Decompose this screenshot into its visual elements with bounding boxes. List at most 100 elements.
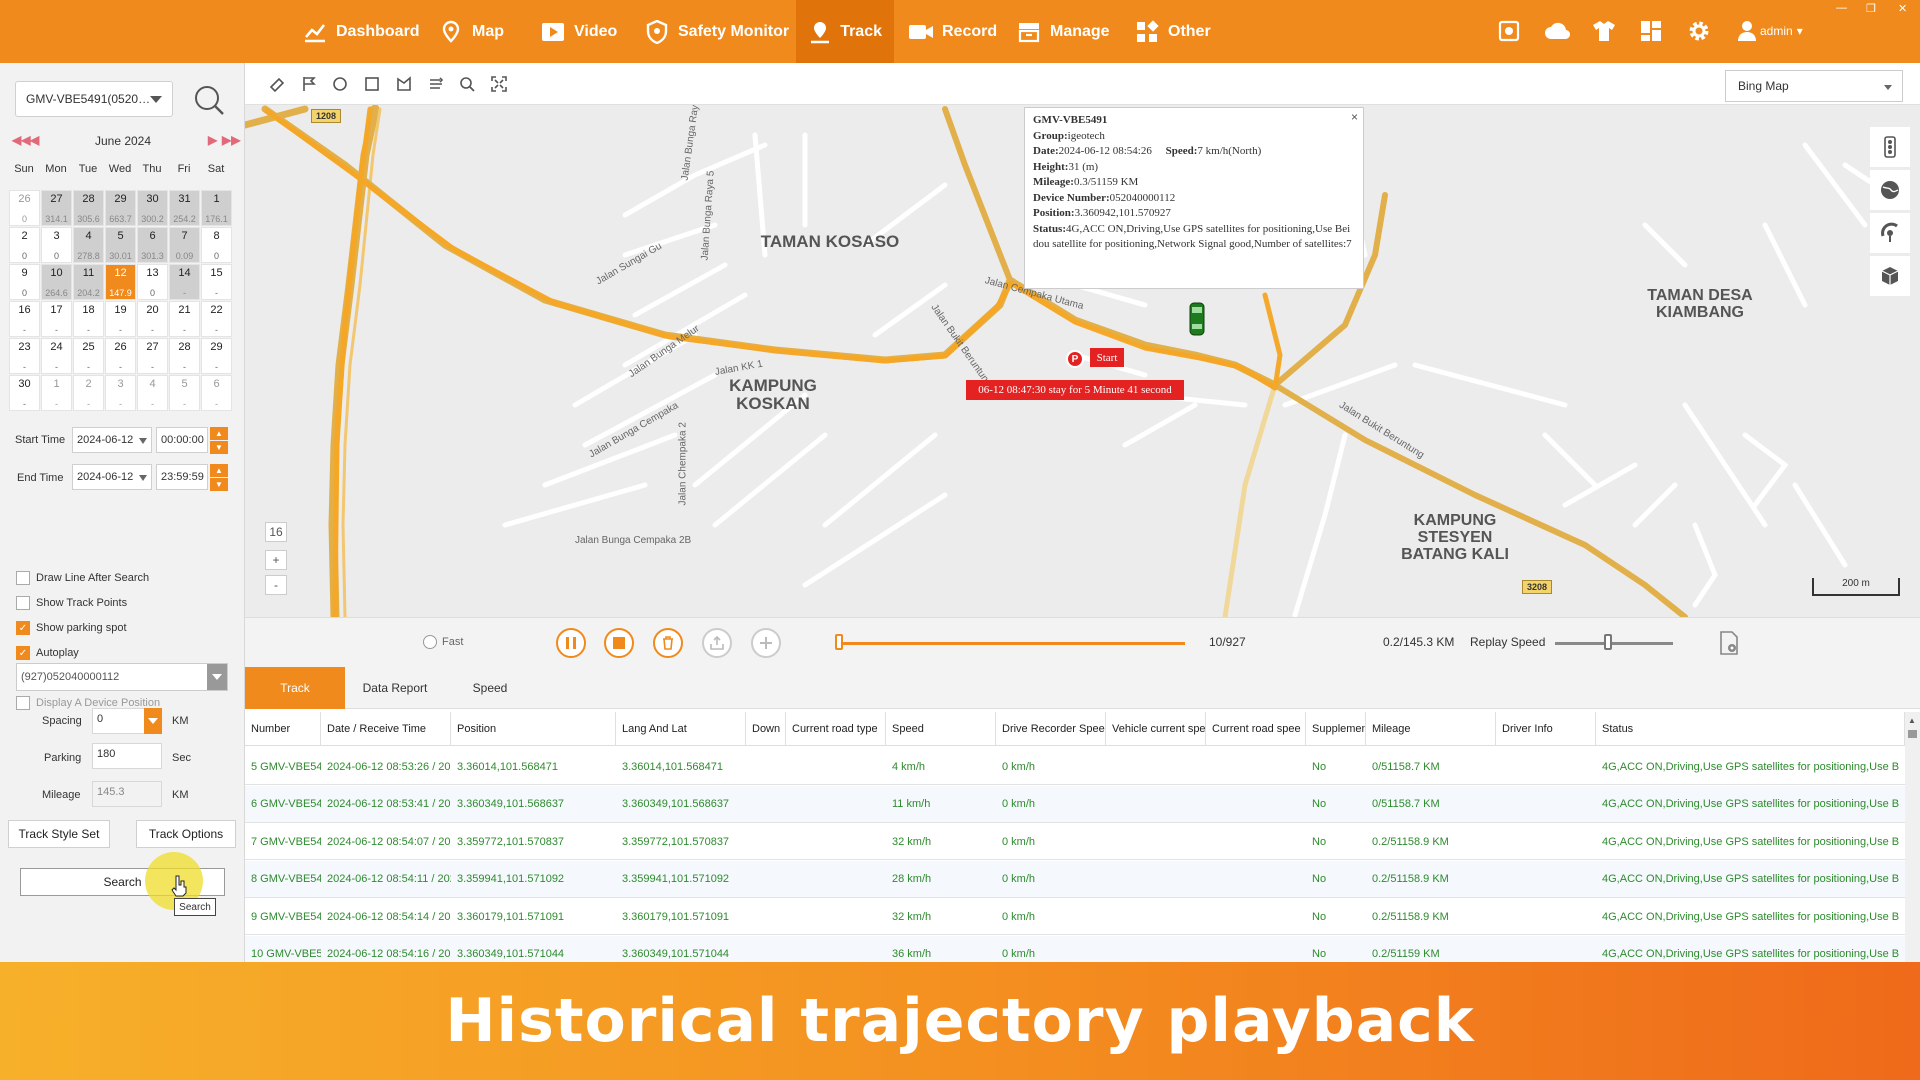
calendar-day[interactable]: 3- [105,375,136,411]
calendar-day[interactable]: 29 663.7 [105,190,136,226]
add-button[interactable] [751,628,781,658]
calendar-day[interactable]: 27 - [137,338,168,374]
ruler-icon[interactable] [269,75,287,93]
nav-dashboard[interactable]: Dashboard [290,0,432,63]
option-draw-line-after-search[interactable]: Draw Line After Search [16,569,149,587]
replay-speed-slider[interactable] [1555,642,1673,645]
calendar-day[interactable]: 26 0 [9,190,40,226]
calendar-day[interactable]: 4 278.8 [73,227,104,263]
parking-input[interactable]: 180 [92,743,162,769]
calendar-day[interactable]: 4- [137,375,168,411]
calendar-day[interactable]: 22 - [201,301,232,337]
calendar-day[interactable]: 24 - [41,338,72,374]
checkbox[interactable] [16,596,30,610]
calendar-day[interactable]: 6- [201,375,232,411]
calendar-day[interactable]: 18 - [73,301,104,337]
column-header[interactable]: Down [746,712,786,746]
start-time-up[interactable]: ▲ [210,427,228,440]
track-options-button[interactable]: Track Options [136,820,236,848]
stop-button[interactable] [604,628,634,658]
table-row[interactable]: 8 GMV-VBE549 2024-06-12 08:54:11 / 202 3.3… [245,860,1905,898]
gear-icon[interactable] [1686,18,1712,44]
nav-record[interactable]: Record [896,0,1009,63]
calendar-day[interactable]: 25 - [73,338,104,374]
calendar-day[interactable]: 10 264.6 [41,264,72,300]
minimize-icon[interactable]: — [1836,2,1847,14]
pause-button[interactable] [556,628,586,658]
calendar-day[interactable]: 11 204.2 [73,264,104,300]
spacing-input[interactable]: 0 [92,708,148,734]
nav-other[interactable]: Other [1122,0,1223,63]
calendar-day[interactable]: 5- [169,375,200,411]
close-icon[interactable]: × [1351,110,1358,126]
replay-speed-handle[interactable] [1604,634,1613,650]
calendar-day[interactable]: 90 [9,264,40,300]
column-header[interactable]: Supplemen [1306,712,1366,746]
table-row[interactable]: 6 GMV-VBE549 2024-06-12 08:53:41 / 202 3.3… [245,785,1905,823]
calendar-day[interactable]: 31 254.2 [169,190,200,226]
monitor-icon[interactable] [1496,18,1522,44]
calendar-day[interactable]: 13 0 [137,264,168,300]
nav-safety-monitor[interactable]: Safety Monitor [632,0,801,63]
zoom-in-button[interactable]: + [265,550,287,570]
start-time-input[interactable]: 00:00:00 [156,427,208,453]
report-settings-icon[interactable] [1718,631,1740,655]
calendar-day[interactable]: 1 176.1 [201,190,232,226]
option-show-parking-spot[interactable]: ✓ Show parking spot [16,619,127,637]
calendar-day[interactable]: 27 314.1 [41,190,72,226]
column-header[interactable]: Mileage [1366,712,1496,746]
route-icon[interactable] [427,75,445,93]
device-position-select[interactable]: (927)052040000112 [16,663,228,691]
restore-icon[interactable]: ❐ [1866,2,1876,15]
user-avatar-icon[interactable] [1734,18,1760,44]
calendar-day[interactable]: 14 - [169,264,200,300]
checkbox[interactable] [16,571,30,585]
layout-icon[interactable] [1638,18,1664,44]
globe-icon[interactable] [1870,170,1910,210]
calendar-day[interactable]: 15 - [201,264,232,300]
end-date-input[interactable]: 2024-06-12 [72,464,152,490]
chevron-up-icon[interactable]: ▲ [1908,716,1916,725]
column-header[interactable]: Position [451,712,616,746]
track-style-set-button[interactable]: Track Style Set [8,820,110,848]
map-search-icon[interactable] [458,75,476,93]
checkbox[interactable]: ✓ [16,621,30,635]
table-row[interactable]: 5 GMV-VBE549 2024-06-12 08:53:26 / 202 3.3… [245,748,1905,785]
next-year-icon[interactable]: ▶▶ [222,133,240,147]
end-time-input[interactable]: 23:59:59 [156,464,208,490]
column-header[interactable]: Date / Receive Time [321,712,451,746]
export-button[interactable] [702,628,732,658]
column-header[interactable]: Current road spee [1206,712,1306,746]
vehicle-marker-icon[interactable] [1189,302,1205,336]
nav-manage[interactable]: Manage [1004,0,1122,63]
device-select[interactable]: GMV-VBE5491(0520… [15,81,173,117]
calendar-day[interactable]: 17 - [41,301,72,337]
mileage-input[interactable]: 145.3 [92,781,162,807]
user-menu[interactable]: admin ▾ [1760,24,1803,38]
search-icon[interactable] [192,83,226,117]
calendar-day[interactable]: 20 [9,227,40,263]
calendar-day[interactable]: 28 - [169,338,200,374]
3d-box-icon[interactable] [1870,256,1910,296]
calendar-day[interactable]: 28 305.6 [73,190,104,226]
spacing-dropdown[interactable] [144,708,162,734]
satellite-dish-icon[interactable] [1870,213,1910,253]
calendar-day[interactable]: 2- [73,375,104,411]
calendar-day[interactable]: 30 300.2 [137,190,168,226]
calendar-day[interactable]: 26 - [105,338,136,374]
tab-data-report[interactable]: Data Report [345,667,445,709]
close-icon[interactable]: ✕ [1898,2,1907,15]
column-header[interactable]: Vehicle current spe [1106,712,1206,746]
column-header[interactable]: Current road type [786,712,886,746]
cloud-icon[interactable] [1544,18,1570,44]
column-header[interactable]: Lang And Lat [616,712,746,746]
calendar-day[interactable]: 23 - [9,338,40,374]
fast-radio[interactable] [423,635,437,649]
calendar-day[interactable]: 29 - [201,338,232,374]
option-show-track-points[interactable]: Show Track Points [16,594,127,612]
progress-track[interactable] [835,642,1185,645]
tab-speed[interactable]: Speed [445,667,535,709]
column-header[interactable]: Speed [886,712,996,746]
map-provider-select[interactable]: Bing Map [1725,70,1903,102]
calendar-day[interactable]: 7 0.09 [169,227,200,263]
